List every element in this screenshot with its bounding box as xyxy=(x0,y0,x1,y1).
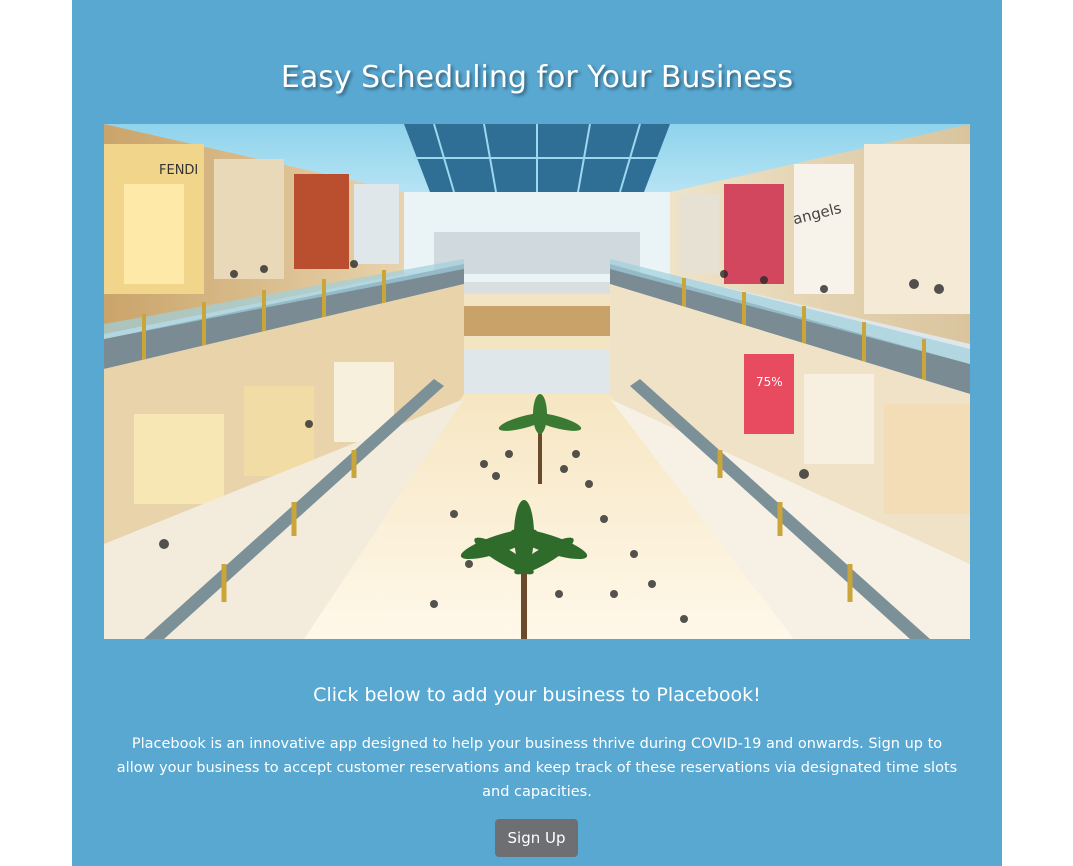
sale-sign: 75% xyxy=(756,375,783,389)
page-title: Easy Scheduling for Your Business xyxy=(280,60,794,95)
sign-up-button[interactable]: Sign Up xyxy=(495,819,578,857)
hero-image: FENDI angels 75% xyxy=(104,124,970,639)
hero-panel: Easy Scheduling for Your Business FENDI … xyxy=(72,0,1002,866)
app-description: Placebook is an innovative app designed … xyxy=(116,736,958,800)
mall-photo: FENDI angels 75% xyxy=(104,124,970,639)
fendi-sign: FENDI xyxy=(159,163,198,178)
signup-prompt: Click below to add your business to Plac… xyxy=(313,684,761,706)
